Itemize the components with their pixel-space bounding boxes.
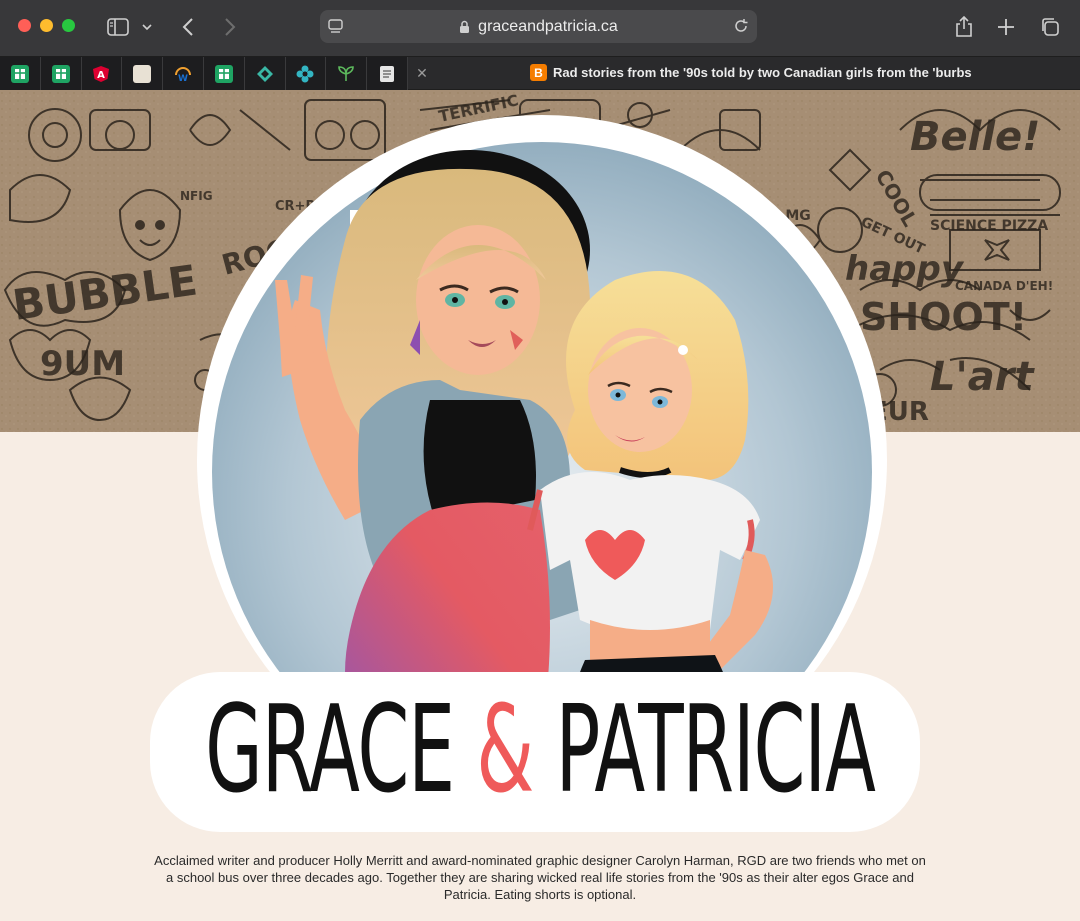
chevron-down-icon	[142, 24, 152, 31]
share-button[interactable]	[951, 14, 977, 40]
page-menu-icon	[328, 19, 343, 33]
forward-button[interactable]	[217, 14, 243, 40]
url-text: graceandpatricia.ca	[478, 17, 618, 35]
site-title: GRACE & PATRICIA	[160, 680, 920, 820]
title-patricia: PATRICIA	[555, 680, 876, 820]
angular-icon: A	[92, 65, 110, 83]
tab-bar: AW ✕ B Rad stories from the '90s told by…	[0, 56, 1080, 91]
close-tab-icon[interactable]: ✕	[414, 65, 430, 81]
pinned-tabs: AW	[0, 57, 408, 91]
minimize-window-button[interactable]	[40, 19, 53, 32]
pinned-tab[interactable]	[286, 57, 327, 90]
sheets-icon	[51, 64, 70, 83]
pinned-tab[interactable]	[204, 57, 245, 90]
pinned-tab[interactable]	[326, 57, 368, 90]
tab-group-dropdown-button[interactable]	[138, 14, 156, 40]
browser-toolbar: graceandpatricia.ca	[0, 0, 1080, 56]
plus-icon	[998, 19, 1014, 35]
chevron-left-icon	[182, 18, 193, 36]
pinned-tab[interactable]: W	[163, 57, 204, 90]
site-description: Acclaimed writer and producer Holly Merr…	[154, 853, 926, 902]
zoom-window-button[interactable]	[62, 19, 75, 32]
svg-text:A: A	[98, 70, 106, 81]
blogger-icon: B	[530, 64, 547, 81]
sidebar-toggle-button[interactable]	[105, 14, 131, 40]
back-button[interactable]	[175, 14, 201, 40]
tab-overview-button[interactable]	[1037, 14, 1063, 40]
sheets-icon	[214, 64, 233, 83]
title-ampersand: &	[476, 680, 534, 820]
tab-active[interactable]: B Rad stories from the '90s told by two …	[530, 64, 972, 81]
chevron-right-icon	[225, 18, 236, 36]
new-tab-button[interactable]	[993, 14, 1019, 40]
pinned-tab[interactable]	[41, 57, 82, 90]
pinned-tab[interactable]	[367, 57, 408, 90]
diamond-logo-icon	[256, 65, 274, 83]
sidebar-icon	[107, 18, 129, 36]
tab-overview-icon	[1042, 18, 1059, 36]
pinned-tab[interactable]: A	[82, 57, 123, 90]
reload-icon[interactable]	[733, 18, 749, 34]
svg-text:W: W	[178, 74, 188, 83]
title-grace: GRACE	[205, 680, 455, 820]
w-logo-icon: W	[174, 65, 192, 84]
notes-app-icon	[133, 64, 152, 83]
pinned-tab[interactable]	[122, 57, 164, 90]
close-window-button[interactable]	[18, 19, 31, 32]
lock-icon	[460, 20, 470, 33]
pinned-tab[interactable]	[0, 57, 41, 90]
sprout-logo-icon	[337, 65, 355, 83]
flower-logo-icon	[296, 65, 314, 83]
sheets-icon	[10, 64, 29, 83]
active-tab-title: Rad stories from the '90s told by two Ca…	[553, 65, 972, 80]
share-icon	[956, 16, 972, 37]
address-bar[interactable]: graceandpatricia.ca	[320, 10, 757, 43]
pinned-tab[interactable]	[245, 57, 286, 90]
document-icon	[378, 65, 396, 83]
